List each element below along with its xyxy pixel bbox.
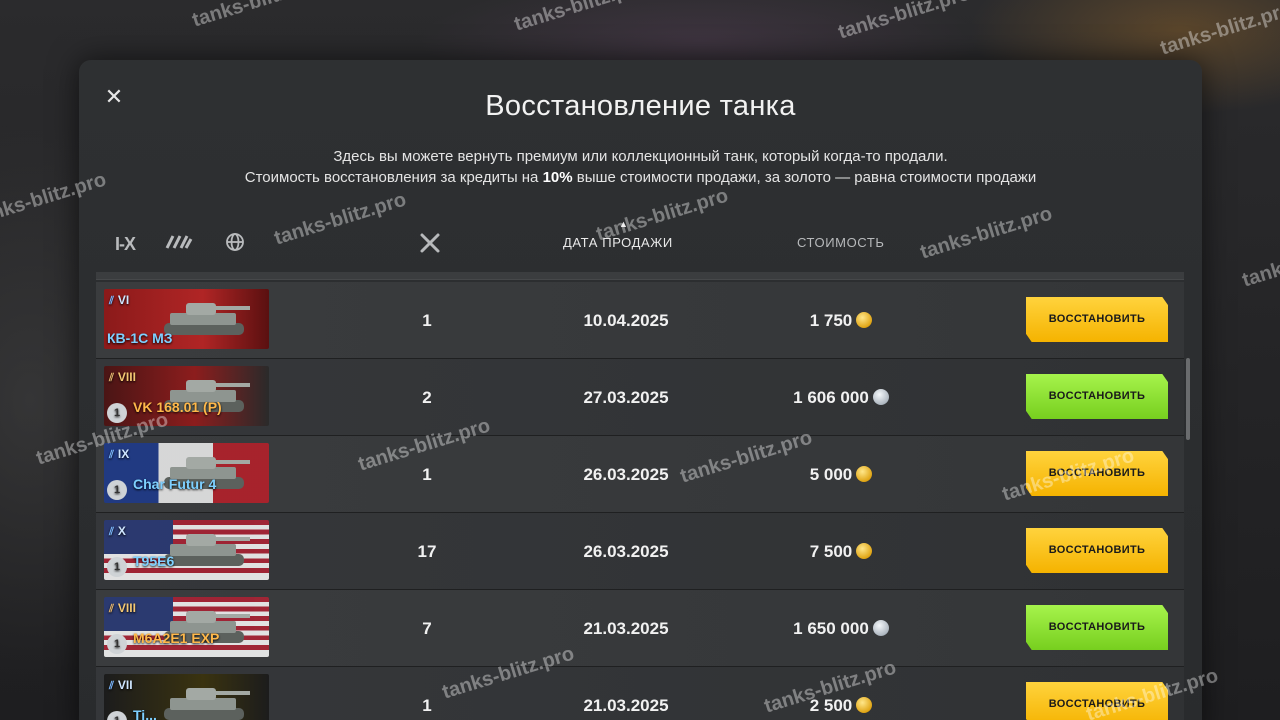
- tank-card[interactable]: ⫽ X 1 T95E6: [104, 520, 269, 580]
- mastery-badge-icon: 1: [107, 557, 127, 577]
- restore-button[interactable]: ВОССТАНОВИТЬ: [1026, 374, 1168, 419]
- restore-button[interactable]: ВОССТАНОВИТЬ: [1026, 451, 1168, 496]
- tank-name: 1 T95E6: [107, 553, 174, 577]
- mastery-badge-icon: 1: [107, 480, 127, 500]
- tank-row: ⫽ IX 1 Char Futur 4 1 26.03.2025 5 000 ВОССТАНО…: [96, 436, 1184, 513]
- battles-count: 1: [422, 311, 432, 330]
- tank-card[interactable]: ⫽VII 1Ti...: [104, 674, 269, 720]
- tier-filter[interactable]: I-X: [115, 234, 136, 255]
- silver-coin-icon: [872, 389, 889, 405]
- dialog-description: Здесь вы можете вернуть премиум или колл…: [79, 146, 1202, 188]
- tank-card[interactable]: ⫽ VIII 1 M6A2E1 EXP: [104, 597, 269, 657]
- tank-card[interactable]: ⫽ VI КВ-1С МЗ: [104, 289, 269, 349]
- sale-date: 21.03.2025: [583, 619, 669, 638]
- restore-button[interactable]: ВОССТАНОВИТЬ: [1026, 528, 1168, 573]
- restore-cost: 7 500: [756, 513, 926, 590]
- tank-class-icon: ⫽: [109, 680, 114, 692]
- mastery-badge-icon: 1: [107, 634, 127, 654]
- description-line-2: Стоимость восстановления за кредиты на 1…: [244, 169, 1037, 186]
- globe-icon[interactable]: [225, 232, 245, 257]
- tank-class-icon: ⫽: [109, 295, 114, 307]
- sale-date: 26.03.2025: [583, 465, 669, 484]
- tank-name: 1 Char Futur 4: [107, 476, 216, 500]
- gold-coin-icon: [856, 697, 873, 713]
- tank-name: 1 VK 168.01 (P): [107, 399, 222, 423]
- restore-button[interactable]: ВОССТАНОВИТЬ: [1026, 297, 1168, 342]
- restore-button[interactable]: ВОССТАНОВИТЬ: [1026, 682, 1168, 720]
- tank-class-icon: ⫽: [109, 603, 114, 615]
- sale-date: 27.03.2025: [583, 388, 669, 407]
- sale-date: 10.04.2025: [583, 311, 669, 330]
- gold-coin-icon: [856, 543, 873, 559]
- tank-tier: ⫽ VIII: [109, 601, 136, 615]
- tank-class-icon: ⫽: [109, 449, 114, 461]
- tank-tier: ⫽ VII: [109, 678, 133, 692]
- tank-class-icon: ⫽: [109, 526, 114, 538]
- mastery-badge-icon: 1: [107, 711, 127, 720]
- tank-tier: ⫽ IX: [109, 447, 130, 461]
- restore-cost: 1 606 000: [756, 359, 926, 436]
- battles-count: 2: [422, 388, 432, 407]
- battles-count: 7: [422, 619, 432, 638]
- dialog-title: Восстановление танка: [485, 90, 796, 122]
- tank-tier: ⫽ VI: [109, 293, 130, 307]
- tank-tier: ⫽ VIII: [109, 370, 136, 384]
- tank-tier: ⫽ X: [109, 524, 126, 538]
- sort-by-cost-header[interactable]: СТОИМОСТЬ: [797, 235, 885, 250]
- silver-coin-icon: [872, 620, 889, 636]
- tank-restore-dialog: ✕ Восстановление танка Здесь вы можете в…: [79, 60, 1202, 720]
- gold-coin-icon: [856, 466, 873, 482]
- restore-cost: 1 750: [756, 282, 926, 359]
- restore-cost: 5 000: [756, 436, 926, 513]
- tank-name: 1 M6A2E1 EXP: [107, 630, 219, 654]
- tank-name: КВ-1С МЗ: [107, 330, 173, 346]
- tank-list: ⫽ VI КВ-1С МЗ 1 10.04.2025 1 750 ВОССТАНОВИТЬ ⫽…: [96, 282, 1184, 720]
- tank-row: ⫽ VIII 1 M6A2E1 EXP 7 21.03.2025 1 650 000 ВОСС…: [96, 590, 1184, 667]
- restore-cost: 2 500: [756, 667, 926, 720]
- sort-up-icon: ▲: [619, 219, 629, 229]
- tank-class-icon: ⫽: [109, 372, 114, 384]
- tank-row: ⫽VII1Ti...121.03.20252 500ВОССТАНОВИТЬ: [96, 667, 1184, 720]
- sale-date: 21.03.2025: [583, 696, 669, 715]
- battles-count: 1: [422, 696, 432, 715]
- tank-icon: [164, 688, 250, 720]
- scrollbar[interactable]: [1186, 358, 1190, 440]
- sort-by-date-header[interactable]: ▲ ДАТА ПРОДАЖИ: [563, 219, 673, 250]
- gold-coin-icon: [856, 312, 873, 328]
- tank-row: ⫽ VIII 1 VK 168.01 (P) 2 27.03.2025 1 606 000 В…: [96, 359, 1184, 436]
- restore-cost: 1 650 000: [756, 590, 926, 667]
- sale-date: 26.03.2025: [583, 542, 669, 561]
- restore-button[interactable]: ВОССТАНОВИТЬ: [1026, 605, 1168, 650]
- header-divider: [96, 272, 1184, 280]
- tank-class-icon[interactable]: [165, 234, 193, 255]
- tank-row: ⫽ X 1 T95E6 17 26.03.2025 7 500 ВОССТАНОВИТЬ: [96, 513, 1184, 590]
- battles-count: 1: [422, 465, 432, 484]
- tank-row: ⫽ VI КВ-1С МЗ 1 10.04.2025 1 750 ВОССТАНОВИТЬ: [96, 282, 1184, 359]
- battles-count: 17: [417, 542, 437, 561]
- filter-bar: I-X: [115, 232, 245, 256]
- description-line-1: Здесь вы можете вернуть премиум или колл…: [333, 148, 948, 165]
- tank-name: 1Ti...: [107, 707, 157, 720]
- tank-card[interactable]: ⫽ VIII 1 VK 168.01 (P): [104, 366, 269, 426]
- mastery-badge-icon: 1: [107, 403, 127, 423]
- crossed-swords-icon[interactable]: [419, 232, 441, 257]
- tank-card[interactable]: ⫽ IX 1 Char Futur 4: [104, 443, 269, 503]
